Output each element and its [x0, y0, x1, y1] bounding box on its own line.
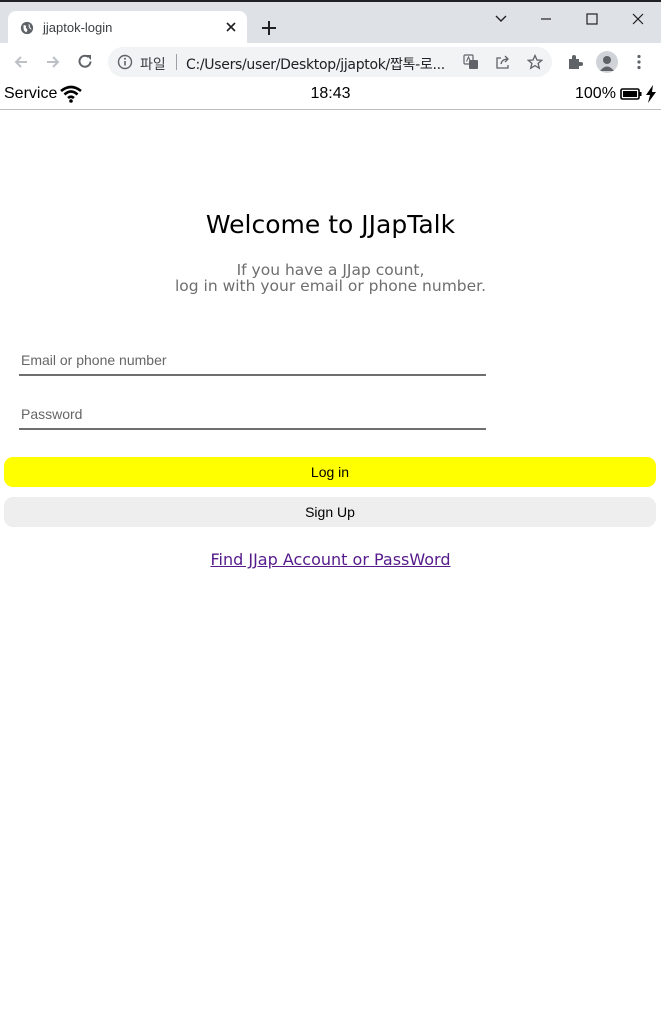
reload-icon[interactable] — [75, 52, 95, 72]
subtitle: If you have a JJap count, log in with yo… — [0, 262, 661, 294]
find-account-link-text[interactable]: Find JJap Account or PassWord — [210, 550, 450, 569]
extensions-icon[interactable] — [566, 53, 584, 71]
password-field[interactable] — [19, 400, 486, 430]
find-account-link: Find JJap Account or PassWord — [0, 550, 661, 569]
url-text[interactable]: C:/Users/user/Desktop/jjaptok/짭톡-로... — [186, 54, 445, 74]
close-icon[interactable] — [223, 19, 239, 35]
page-title: Welcome to JJapTalk — [205, 210, 456, 239]
plus-icon[interactable] — [259, 18, 279, 38]
browser-tab[interactable]: jjaptok-login — [8, 11, 247, 45]
battery-icon — [620, 88, 642, 100]
tab-title: jjaptok-login — [43, 20, 113, 35]
chevron-down-icon[interactable] — [490, 8, 512, 30]
address-bar[interactable]: 파일 C:/Users/user/Desktop/jjaptok/짭톡-로... — [108, 47, 552, 77]
clock: 18:43 — [310, 85, 351, 102]
globe-icon — [20, 21, 34, 35]
subtitle-line-1: If you have a JJap count, — [236, 261, 425, 279]
window-close-icon[interactable] — [627, 8, 649, 30]
browser-tab-strip: jjaptok-login — [0, 0, 661, 45]
phone-status-bar: Service 18:43 100% — [0, 81, 661, 110]
subtitle-line-2: log in with your email or phone number. — [174, 277, 487, 295]
browser-toolbar: 파일 C:/Users/user/Desktop/jjaptok/짭톡-로... — [0, 43, 661, 81]
info-icon[interactable] — [117, 54, 133, 70]
profile-icon[interactable] — [596, 51, 618, 73]
omnibox-separator — [176, 54, 177, 70]
signup-button[interactable]: Sign Up — [4, 497, 656, 527]
translate-icon[interactable] — [463, 54, 479, 70]
login-button[interactable]: Log in — [4, 457, 656, 487]
more-icon[interactable] — [630, 53, 648, 71]
back-icon[interactable] — [11, 52, 31, 72]
star-icon[interactable] — [527, 54, 543, 70]
maximize-icon[interactable] — [581, 8, 603, 30]
share-icon[interactable] — [495, 54, 511, 70]
forward-icon[interactable] — [43, 52, 63, 72]
email-field[interactable] — [19, 346, 486, 376]
url-scheme-label: 파일 — [140, 57, 166, 73]
charging-bolt-icon — [646, 85, 656, 103]
minimize-icon[interactable] — [535, 8, 557, 30]
battery-percent: 100% — [575, 85, 616, 102]
